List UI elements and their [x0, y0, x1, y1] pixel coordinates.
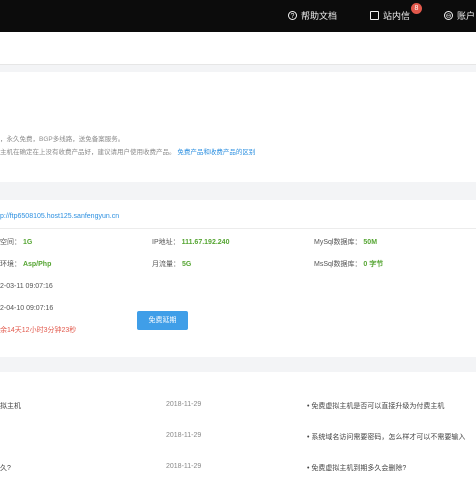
article-right-2[interactable]: • 系统域名访问需要密码，怎么样才可以不需要输入: [307, 432, 465, 442]
remaining-time: 余14天12小时3分钟23秒: [0, 327, 77, 334]
article-left-1[interactable]: 拟主机: [0, 401, 21, 411]
notice-line-1: ，永久免费，BGP多线路，送免备案服务。: [0, 136, 125, 143]
account-label: 账户: [457, 11, 476, 21]
account-menu[interactable]: ⊖ 账户: [444, 9, 475, 22]
space-value: 1G: [22, 239, 33, 246]
mysql-label: MySql数据库：: [314, 239, 362, 246]
article-right-1[interactable]: • 免费虚拟主机是否可以直接升级为付费主机: [307, 401, 444, 411]
top-navigation-bar: ? 帮助文档 站内信 8 ⊖ 账户: [0, 0, 476, 32]
ip-value: 111.67.192.240: [181, 239, 230, 246]
articles-card: [0, 372, 476, 477]
question-icon: ?: [288, 11, 297, 20]
ip-label: IP地址：: [152, 239, 180, 246]
env-value: Asp/Php: [22, 261, 52, 268]
article-date-3: 2018-11-29: [166, 463, 202, 470]
traffic-value: 5G: [181, 261, 192, 268]
product-diff-link[interactable]: 免费产品和收费产品的区别: [177, 149, 255, 156]
notice-card: [0, 72, 476, 182]
notice-text: 主机在确定在上没有收费产品好，建议请用户使用收费产品。: [0, 149, 176, 156]
messages-label: 站内信: [383, 11, 411, 21]
notice-line-2: 主机在确定在上没有收费产品好，建议请用户使用收费产品。 免费产品和收费产品的区别: [0, 146, 255, 156]
env-info: 环境： Asp/Php: [0, 259, 51, 269]
mysql-info: MySql数据库： 50M: [314, 237, 377, 247]
article-date-2: 2018-11-29: [166, 432, 202, 439]
space-label: 空间：: [0, 239, 21, 246]
messages-badge: 8: [411, 3, 422, 14]
mssql-info: MsSql数据库： 0 字节: [314, 259, 383, 269]
mail-icon: [370, 11, 379, 20]
mysql-value: 50M: [363, 239, 378, 246]
env-label: 环境：: [0, 261, 21, 268]
help-docs-link[interactable]: ? 帮助文档: [288, 9, 337, 22]
traffic-info: 月流量： 5G: [152, 259, 191, 269]
messages-link[interactable]: 站内信: [370, 9, 410, 22]
free-extend-button[interactable]: 免费延期: [137, 311, 188, 330]
divider: [0, 228, 476, 229]
help-docs-label: 帮助文档: [301, 11, 338, 21]
sub-header: [0, 32, 476, 65]
expire-time: 2-04-10 09:07:16: [0, 305, 54, 312]
open-time: 2-03-11 09:07:16: [0, 283, 53, 290]
article-right-3[interactable]: • 免费虚拟主机到期多久会删除?: [307, 463, 406, 473]
ip-info: IP地址： 111.67.192.240: [152, 237, 229, 247]
mssql-label: MsSql数据库：: [314, 261, 362, 268]
traffic-label: 月流量：: [152, 261, 180, 268]
user-icon: ⊖: [444, 11, 453, 20]
article-left-3[interactable]: 久?: [0, 463, 11, 473]
article-date-1: 2018-11-29: [166, 401, 202, 408]
space-info: 空间： 1G: [0, 237, 32, 247]
ftp-url[interactable]: p://ftp6508105.host125.sanfengyun.cn: [0, 213, 119, 220]
mssql-value: 0 字节: [363, 261, 384, 268]
